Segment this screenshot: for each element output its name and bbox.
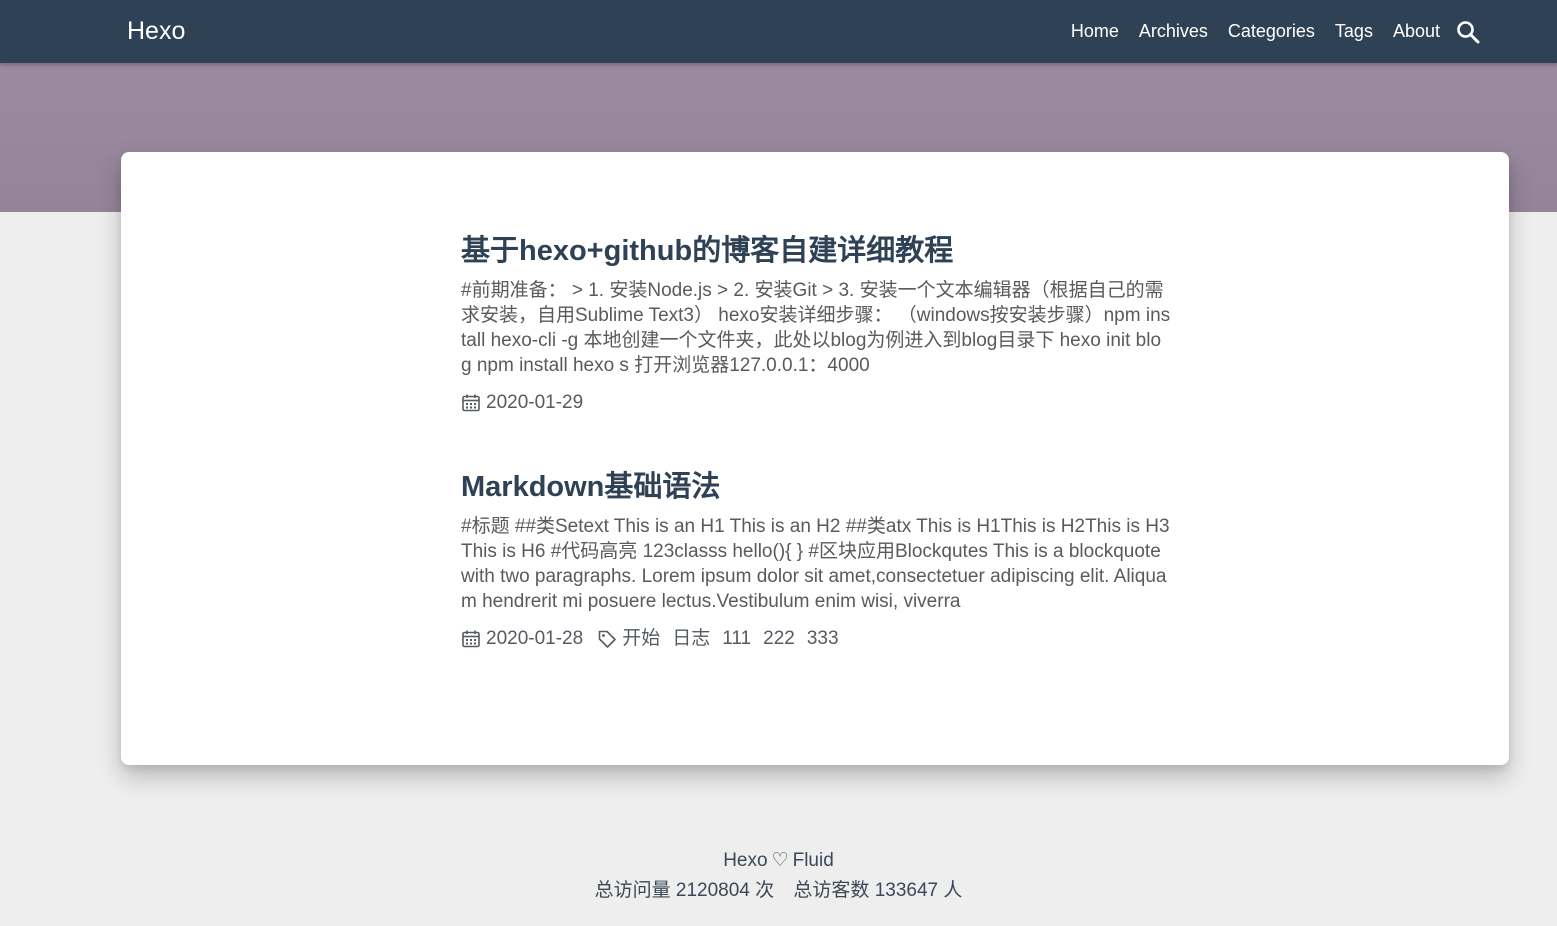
calendar-icon — [462, 394, 480, 412]
footer-credits: Hexo ♡ Fluid — [0, 846, 1557, 876]
total-uv: 总访客数 133647 人 — [793, 880, 962, 901]
brand-link[interactable]: Hexo — [127, 15, 185, 47]
total-pv-label: 总访问量 — [594, 880, 671, 901]
nav-home[interactable]: Home — [1071, 17, 1119, 45]
footer: Hexo ♡ Fluid 总访问量 2120804 次 总访客数 133647 人 — [0, 846, 1557, 906]
total-pv-value: 2120804 — [675, 880, 750, 901]
tag-link[interactable]: 111 — [722, 626, 751, 652]
navbar: Hexo Home Archives Categories Tags About — [0, 0, 1557, 63]
tag-link[interactable]: 开始 — [622, 626, 660, 652]
fluid-link[interactable]: Fluid — [793, 850, 834, 871]
total-pv: 总访问量 2120804 次 — [595, 880, 775, 901]
nav-tags[interactable]: Tags — [1335, 17, 1373, 45]
total-uv-label: 总访客数 — [793, 880, 870, 901]
tag-link[interactable]: 222 — [763, 626, 795, 652]
hexo-link[interactable]: Hexo — [723, 850, 767, 871]
footer-stats: 总访问量 2120804 次 总访客数 133647 人 — [0, 876, 1557, 906]
total-uv-value: 133647 — [874, 880, 939, 901]
nav-links: Home Archives Categories Tags About — [1071, 16, 1440, 46]
search-icon[interactable] — [1455, 19, 1481, 45]
post-meta: 2020-01-28 开始 日志 111 222 333 — [461, 626, 1171, 652]
total-pv-unit: 次 — [755, 880, 775, 901]
heart-icon: ♡ — [771, 850, 789, 871]
post-title[interactable]: 基于hexo+github的博客自建详细教程 — [461, 232, 1171, 270]
page: Hexo Home Archives Categories Tags About… — [0, 0, 1557, 926]
tag-link[interactable]: 333 — [807, 626, 839, 652]
nav-about[interactable]: About — [1393, 17, 1440, 45]
tag-icon — [598, 630, 617, 648]
post-item: 基于hexo+github的博客自建详细教程 #前期准备： > 1. 安装Nod… — [461, 232, 1171, 416]
nav-archives[interactable]: Archives — [1139, 17, 1208, 45]
post-title[interactable]: Markdown基础语法 — [461, 468, 1171, 506]
post-date: 2020-01-29 — [486, 392, 584, 413]
post-item: Markdown基础语法 #标题 ##类Setext This is an H1… — [461, 468, 1171, 652]
tag-link[interactable]: 日志 — [672, 626, 710, 652]
post-excerpt[interactable]: #标题 ##类Setext This is an H1 This is an H… — [461, 514, 1171, 614]
calendar-icon — [462, 630, 480, 648]
post-date: 2020-01-28 — [486, 628, 584, 649]
nav-categories[interactable]: Categories — [1228, 17, 1315, 45]
post-board: 基于hexo+github的博客自建详细教程 #前期准备： > 1. 安装Nod… — [121, 152, 1509, 765]
total-uv-unit: 人 — [943, 880, 963, 901]
post-tags: 开始 日志 111 222 333 — [597, 626, 850, 652]
post-meta: 2020-01-29 — [461, 390, 1171, 416]
post-excerpt[interactable]: #前期准备： > 1. 安装Node.js > 2. 安装Git > 3. 安装… — [461, 278, 1171, 378]
